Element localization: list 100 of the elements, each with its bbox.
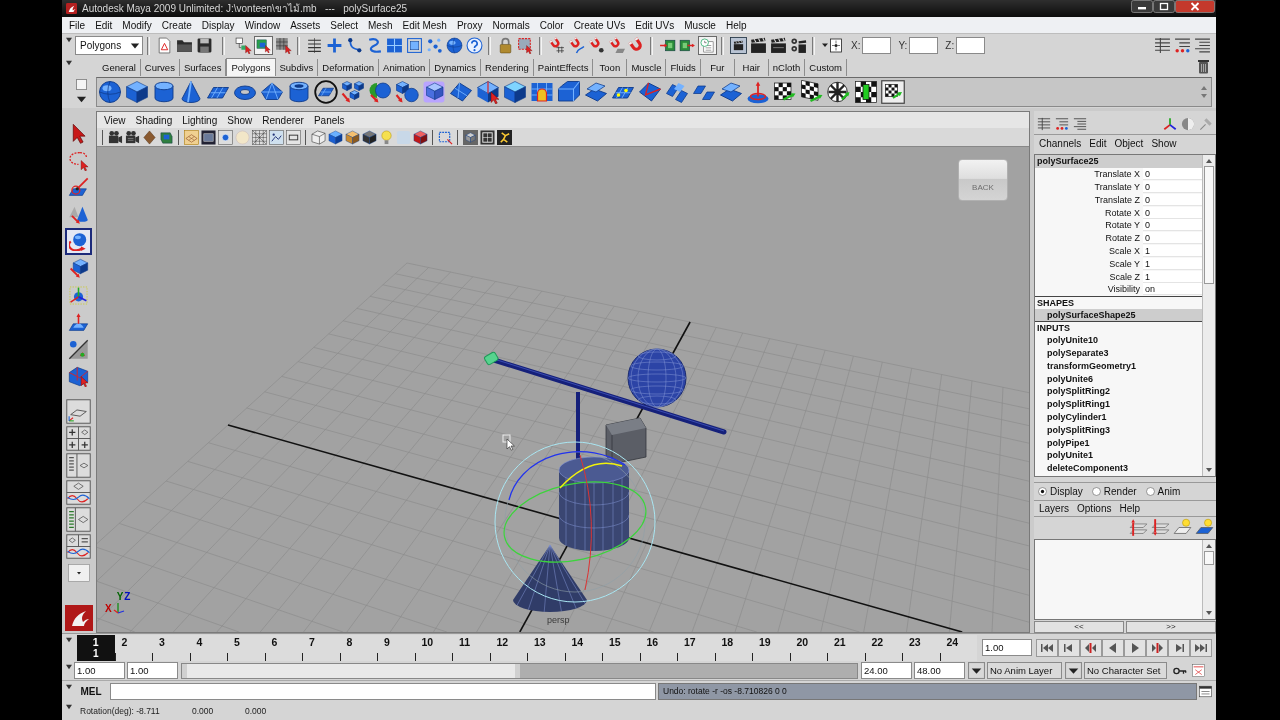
sphere-icon[interactable] [97, 79, 123, 105]
frame-cell[interactable]: 1 1 [77, 634, 115, 661]
channel-value[interactable]: 0 [1143, 219, 1202, 232]
axes-icon[interactable] [1163, 117, 1177, 131]
menu-item[interactable]: Create UVs [568, 19, 631, 31]
disc-arrow-icon[interactable] [745, 79, 771, 105]
caret-icon[interactable] [75, 94, 87, 105]
stacked-planes-icon[interactable] [583, 79, 609, 105]
object-name[interactable]: polySurface25 [1035, 155, 1202, 168]
object-select-icon[interactable] [253, 36, 273, 55]
node-item[interactable]: polySurfaceShape25 [1035, 308, 1202, 322]
channel-value[interactable]: 1 [1143, 270, 1202, 283]
menu-item[interactable]: Object [1110, 138, 1148, 149]
dashed-frame-icon[interactable] [438, 129, 453, 145]
range-start-field[interactable]: 1.00 [127, 662, 178, 679]
marquee-select-icon[interactable] [515, 36, 535, 55]
clapperboard-frame-icon[interactable] [728, 36, 748, 55]
frame-cell[interactable]: 3 [152, 634, 190, 661]
single-view-layout-icon[interactable] [65, 398, 92, 425]
time-slider[interactable]: 1 1 2 3 4 5 6 7 8 9 10 11 12 13 14 15 16 17 18 19 20 21 22 23 24 [77, 634, 977, 661]
checker-arrow-icon[interactable] [799, 79, 825, 105]
clapperboard-icon[interactable] [748, 36, 768, 55]
channel-value[interactable]: 1 [1143, 257, 1202, 270]
frame-cell[interactable]: 14 [564, 634, 602, 661]
clapperboard-reels-icon[interactable] [788, 36, 808, 55]
coordinate-field[interactable] [862, 37, 892, 54]
faces-cursor-icon[interactable] [475, 79, 501, 105]
beveled-block-icon[interactable] [556, 79, 582, 105]
play-backward-icon[interactable] [1102, 638, 1124, 657]
language-label[interactable]: MEL [72, 685, 110, 697]
film-gate-icon[interactable] [201, 129, 216, 145]
collapse-arrow-icon[interactable] [66, 664, 72, 670]
frame-cell[interactable]: 5 [227, 634, 265, 661]
sphere-icon[interactable] [444, 36, 464, 55]
node-item[interactable]: polyPipe1 [1035, 436, 1202, 450]
scroll-arrows-icon[interactable] [1199, 84, 1209, 100]
half-circle-icon[interactable] [1181, 117, 1195, 131]
frame-cell[interactable]: 11 [452, 634, 490, 661]
frame-cell[interactable]: 18 [714, 634, 752, 661]
collapse-arrow-icon[interactable] [66, 37, 72, 43]
collapse-arrow-icon[interactable] [66, 684, 72, 690]
frame-cell[interactable]: 12 [489, 634, 527, 661]
wire-cube-icon[interactable] [311, 129, 326, 145]
frame-cell[interactable]: 24 [939, 634, 977, 661]
go-to-end-icon[interactable] [1190, 638, 1212, 657]
channel-value[interactable]: 0 [1143, 206, 1202, 219]
frame-cell[interactable]: 22 [864, 634, 902, 661]
cylinder-icon[interactable] [151, 79, 177, 105]
panel-menu-item[interactable]: Show [222, 114, 258, 126]
go-to-start-icon[interactable] [1036, 638, 1058, 657]
cubes-arrow-icon[interactable] [340, 79, 366, 105]
scrollbar[interactable] [1202, 540, 1215, 619]
channel-value[interactable]: 1 [1143, 244, 1202, 257]
wireframe-model[interactable] [483, 348, 727, 613]
cube-icon[interactable] [362, 129, 377, 145]
circle-frame-icon[interactable] [218, 129, 233, 145]
menu-item[interactable]: Edit [90, 19, 118, 31]
menu-item[interactable]: Color [534, 19, 569, 31]
restore-icon[interactable] [1153, 0, 1175, 13]
grid-tile-icon[interactable] [184, 129, 199, 145]
cube-icon[interactable] [502, 79, 528, 105]
frame-cell[interactable]: 7 [302, 634, 340, 661]
close-icon[interactable] [1175, 0, 1215, 13]
node-item[interactable]: polyUnite1 [1035, 449, 1202, 463]
pipe-icon[interactable] [286, 79, 312, 105]
app-logo-icon[interactable] [64, 605, 93, 631]
grid-square-icon[interactable] [252, 129, 267, 145]
radio-option[interactable]: Anim [1145, 486, 1181, 497]
stacked-planes-icon[interactable] [718, 79, 744, 105]
history-icon[interactable] [697, 36, 717, 55]
start-time-field[interactable]: 1.00 [74, 662, 125, 679]
minimize-icon[interactable] [1131, 0, 1153, 13]
end-time-field[interactable]: 48.00 [914, 662, 965, 679]
menu-item[interactable]: Edit UVs [630, 19, 680, 31]
frame-square-icon[interactable] [480, 129, 495, 145]
picture-icon[interactable] [269, 129, 284, 145]
menu-item[interactable]: Proxy [451, 19, 488, 31]
frame-cell[interactable]: 16 [639, 634, 677, 661]
channel-value[interactable]: 0 [1143, 181, 1202, 193]
rotate-manipulator[interactable] [494, 441, 656, 603]
next-key-icon[interactable] [1146, 638, 1168, 657]
node-item[interactable]: polyUnite10 [1035, 334, 1202, 347]
panel-menu-item[interactable]: Shading [130, 114, 178, 126]
frame-cell[interactable]: 6 [264, 634, 302, 661]
tilted-plane-icon[interactable] [448, 79, 474, 105]
menu-item[interactable]: Create [156, 19, 197, 31]
frame-box-icon[interactable] [404, 36, 424, 55]
menu-item[interactable]: Modify [117, 19, 157, 31]
channel-value[interactable]: 0 [1143, 232, 1202, 245]
coordinate-field[interactable] [909, 37, 939, 54]
scrollbar[interactable] [1202, 155, 1215, 476]
checker-bar-icon[interactable] [853, 79, 879, 105]
range-slider[interactable] [181, 662, 858, 679]
range-bar[interactable] [182, 663, 520, 678]
cube-icon[interactable] [124, 79, 150, 105]
list-lines-icon[interactable] [1037, 117, 1051, 131]
pane-window-icon[interactable] [384, 36, 404, 55]
layers-arrow-icon[interactable] [1129, 518, 1148, 537]
cube-icon[interactable] [413, 129, 428, 145]
menu-item[interactable]: Window [239, 19, 286, 31]
